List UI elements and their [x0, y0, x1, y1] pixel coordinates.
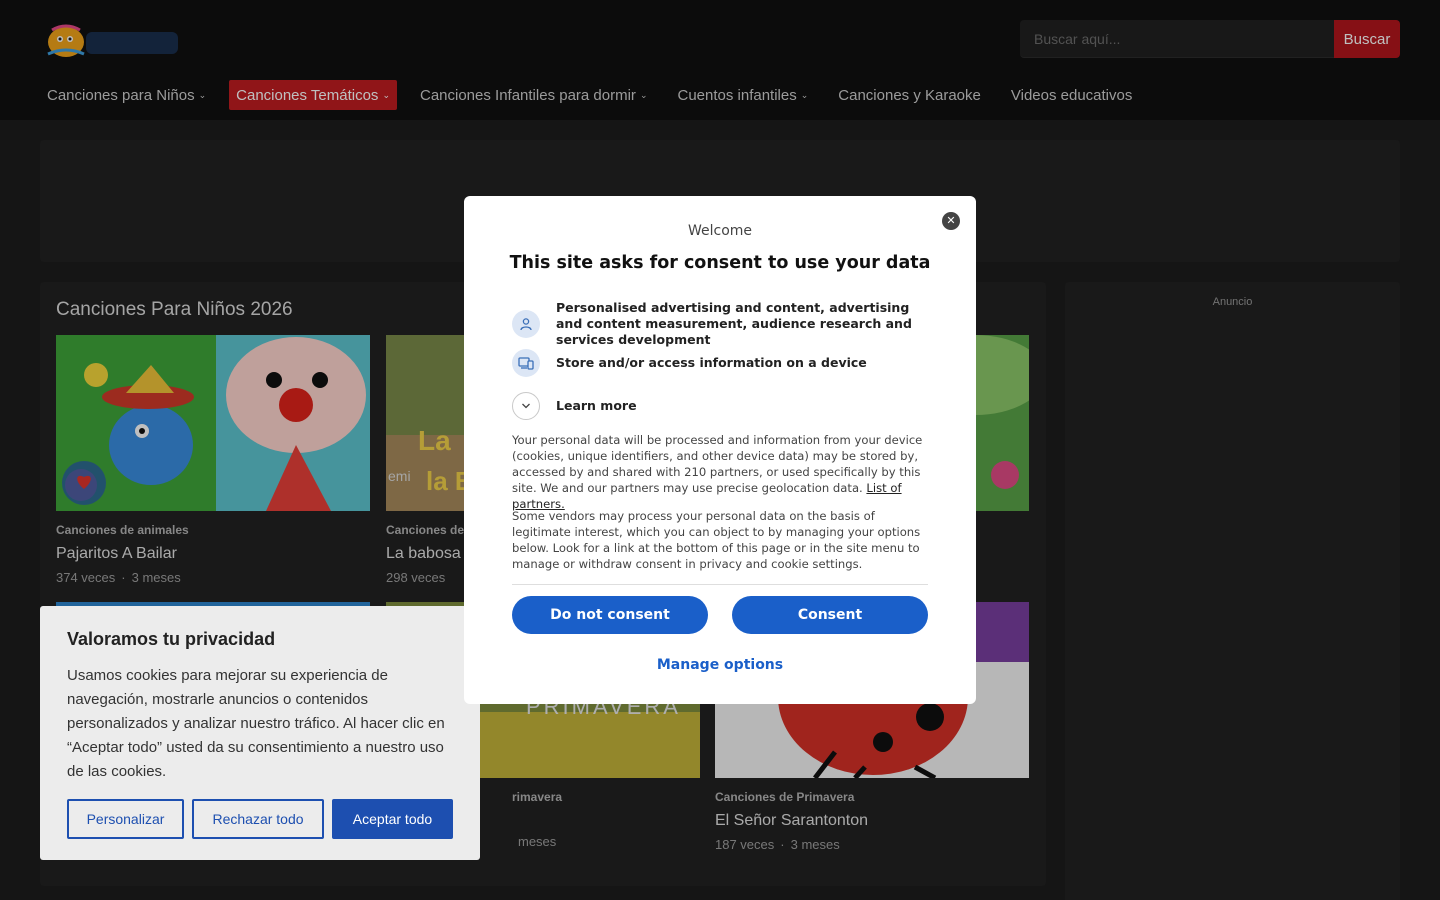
consent-button[interactable]: Consent	[732, 596, 928, 634]
dialog-title: This site asks for consent to use your d…	[509, 253, 931, 273]
purpose-personalised-ads: Personalised advertising and content, ad…	[512, 300, 932, 348]
device-icon	[512, 349, 540, 377]
dialog-welcome: Welcome	[687, 223, 753, 239]
cookie-title: Valoramos tu privacidad	[67, 629, 276, 649]
purpose-device-storage: Store and/or access information on a dev…	[512, 349, 932, 377]
body-text: Your personal data will be processed and…	[512, 433, 923, 495]
manage-options-link[interactable]: Manage options	[464, 657, 976, 673]
purpose-text: Personalised advertising and content, ad…	[556, 300, 912, 347]
accept-all-button[interactable]: Aceptar todo	[332, 799, 453, 839]
chevron-down-icon[interactable]	[512, 392, 540, 420]
cookie-banner: Valoramos tu privacidad Usamos cookies p…	[40, 606, 480, 860]
cookie-text: Usamos cookies para mejorar su experienc…	[67, 667, 445, 780]
customize-button[interactable]: Personalizar	[67, 799, 184, 839]
learn-more-toggle[interactable]: Learn more	[512, 392, 932, 420]
dialog-body-1: Your personal data will be processed and…	[512, 432, 930, 512]
dialog-body-2: Some vendors may process your personal d…	[512, 509, 921, 571]
do-not-consent-button[interactable]: Do not consent	[512, 596, 708, 634]
reject-all-button[interactable]: Rechazar todo	[192, 799, 324, 839]
divider	[512, 584, 928, 585]
purpose-text: Store and/or access information on a dev…	[556, 355, 867, 370]
consent-dialog: ✕ Welcome This site asks for consent to …	[464, 196, 976, 704]
learn-more-label[interactable]: Learn more	[556, 398, 637, 414]
person-icon	[512, 310, 540, 338]
